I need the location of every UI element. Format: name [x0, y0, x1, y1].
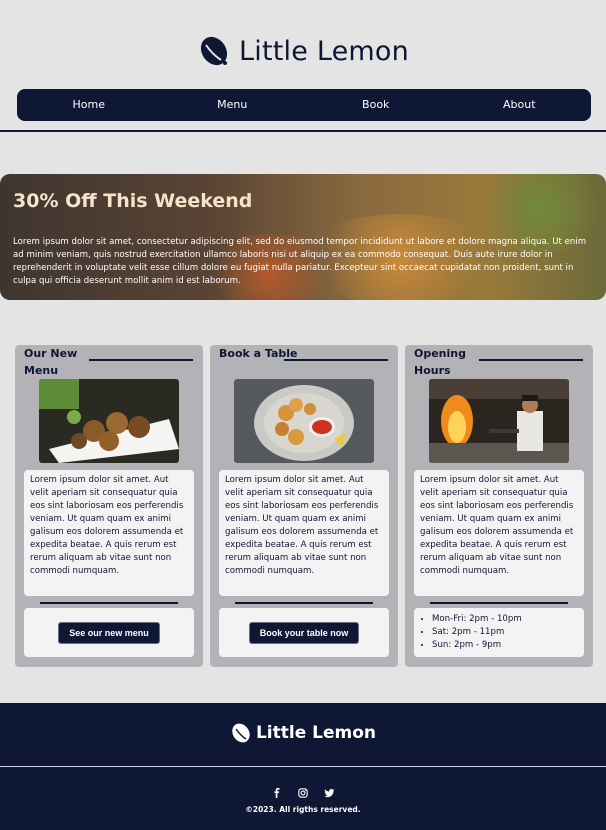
footer-divider [0, 766, 606, 767]
nav-menu[interactable]: Menu [161, 89, 305, 121]
card-book-table: Book a Table Lorem ipsum dolor sit amet.… [210, 345, 398, 667]
title-underline [479, 359, 583, 361]
card-separator [40, 602, 178, 604]
promo-text: Lorem ipsum dolor sit amet, consectetur … [13, 237, 587, 286]
copyright: ©2023. All rigths reserved. [245, 805, 361, 814]
hours-sunday: Sun: 2pm - 9pm [432, 639, 584, 652]
brand-name: Little Lemon [239, 35, 409, 67]
book-table-button[interactable]: Book your table now [248, 621, 360, 644]
title-underline [284, 359, 388, 361]
card-opening-hours: Opening Hours Lorem ipsum dolor sit amet… [405, 345, 593, 667]
card-title: Opening Hours [414, 347, 466, 377]
header-divider [0, 130, 606, 132]
promo-banner: 30% Off This Weekend Lorem ipsum dolor s… [0, 174, 606, 300]
brand[interactable]: Little Lemon [0, 34, 606, 68]
card-separator [235, 602, 373, 604]
card-description: Lorem ipsum dolor sit amet. Aut velit ap… [219, 470, 389, 596]
card-new-menu: Our New Menu Lorem ipsum dolor sit amet.… [15, 345, 203, 667]
card-footer: See our new menu [24, 608, 194, 657]
facebook-icon[interactable] [271, 787, 283, 799]
nav-about[interactable]: About [448, 89, 592, 121]
calamari-image [234, 379, 374, 463]
social-links [0, 787, 606, 799]
nav-book[interactable]: Book [304, 89, 448, 121]
site-header: Little Lemon Home Menu Book About [0, 0, 606, 132]
lemon-icon [232, 723, 250, 743]
card-separator [430, 602, 568, 604]
main-nav: Home Menu Book About [17, 89, 591, 121]
twitter-icon[interactable] [323, 787, 335, 799]
card-footer: Mon-Fri: 2pm - 10pm Sat: 2pm - 11pm Sun:… [414, 608, 584, 657]
opening-hours-list: Mon-Fri: 2pm - 10pm Sat: 2pm - 11pm Sun:… [414, 613, 584, 652]
footer-brand-name: Little Lemon [255, 723, 377, 743]
nav-home[interactable]: Home [17, 89, 161, 121]
card-description: Lorem ipsum dolor sit amet. Aut velit ap… [414, 470, 584, 596]
card-title: Our New Menu [24, 347, 78, 377]
lemon-icon [200, 36, 228, 66]
hours-weekdays: Mon-Fri: 2pm - 10pm [432, 613, 584, 626]
hours-saturday: Sat: 2pm - 11pm [432, 626, 584, 639]
falafel-image [39, 379, 179, 463]
footer-brand[interactable]: Little Lemon [0, 722, 606, 744]
feature-cards: Our New Menu Lorem ipsum dolor sit amet.… [15, 345, 593, 667]
chef-image [429, 379, 569, 463]
title-underline [89, 359, 193, 361]
site-footer: Little Lemon ©2023. All rigths reserved. [0, 703, 606, 830]
card-footer: Book your table now [219, 608, 389, 657]
instagram-icon[interactable] [297, 787, 309, 799]
card-description: Lorem ipsum dolor sit amet. Aut velit ap… [24, 470, 194, 596]
promo-title: 30% Off This Weekend [13, 190, 253, 212]
see-new-menu-button[interactable]: See our new menu [58, 621, 160, 644]
